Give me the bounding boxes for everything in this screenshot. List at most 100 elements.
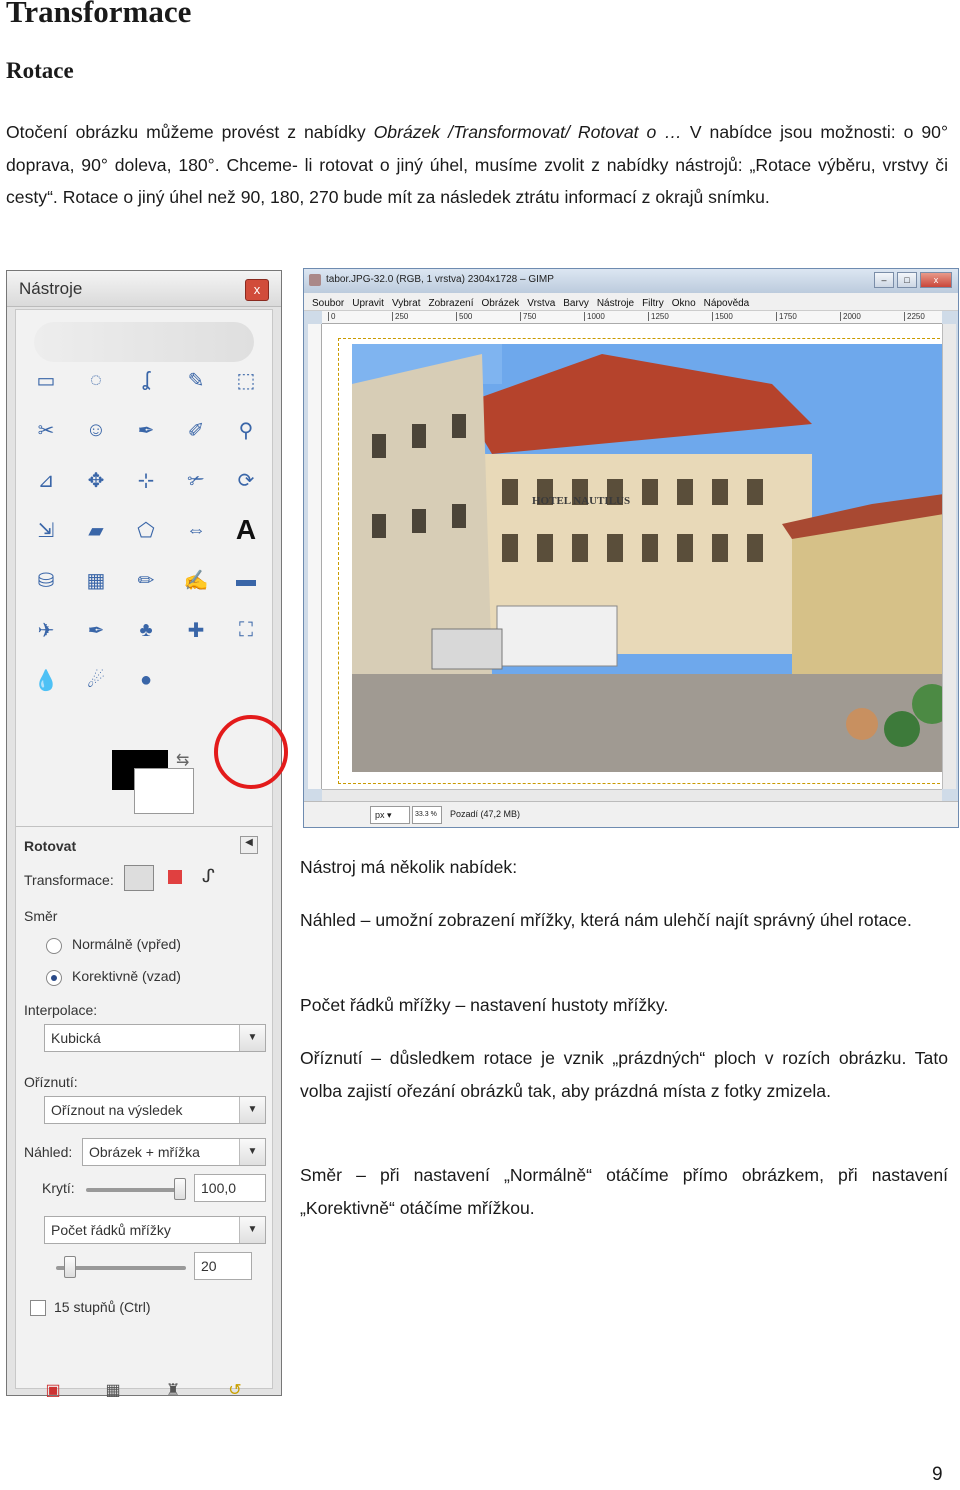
radio-corrective-label: Korektivně (vzad) xyxy=(72,968,181,984)
chevron-down-icon: ▼ xyxy=(239,1217,265,1243)
restore-options-icon[interactable]: ▦ xyxy=(102,1380,124,1400)
constrain-label: 15 stupňů (Ctrl) xyxy=(54,1299,151,1315)
preview-select[interactable]: Obrázek + mřížka ▼ xyxy=(82,1138,266,1166)
radio-normal-label: Normálně (vpřed) xyxy=(72,936,181,952)
page-title: Transformace xyxy=(6,0,192,29)
image-canvas[interactable]: HOTEL NAUTILUS xyxy=(322,324,950,789)
clip-label: Oříznutí: xyxy=(24,1074,78,1090)
toolbox-title: Nástroje xyxy=(19,279,83,298)
background-color[interactable] xyxy=(134,768,194,814)
color-picker-tool-icon[interactable]: ✐ xyxy=(178,412,214,448)
close-icon[interactable]: x xyxy=(920,272,952,288)
vertical-ruler xyxy=(308,324,322,789)
chevron-down-icon: ▼ xyxy=(239,1025,265,1051)
tool-intro: Nástroj má několik nabídek: xyxy=(300,857,518,877)
save-options-icon[interactable]: ▣ xyxy=(42,1380,64,1400)
transform-selection-icon[interactable] xyxy=(168,870,182,884)
direction-label: Směr xyxy=(24,908,58,924)
chevron-down-icon: ▼ xyxy=(239,1139,265,1165)
wilber-logo xyxy=(34,322,254,362)
free-select-tool-icon[interactable]: ʆ xyxy=(128,362,164,398)
grid-lines-input[interactable]: 20 xyxy=(194,1252,252,1280)
reset-options-icon[interactable]: ↺ xyxy=(224,1380,246,1400)
opacity-input[interactable]: 100,0 xyxy=(194,1174,266,1202)
clip-description: Oříznutí – důsledkem rotace je vznik „pr… xyxy=(300,1048,948,1101)
scale-tool-icon[interactable]: ⇲ xyxy=(28,512,64,548)
ruler-tick: 1750 xyxy=(776,312,797,321)
zoom-select[interactable]: 33.3 % xyxy=(412,806,442,824)
ruler-tick: 1000 xyxy=(584,312,605,321)
perspective-tool-icon[interactable]: ⬠ xyxy=(128,512,164,548)
horizontal-ruler: 0 250 500 750 1000 1250 1500 1750 2000 2250 xyxy=(322,311,942,324)
shear-tool-icon[interactable]: ▰ xyxy=(78,512,114,548)
clone-tool-icon[interactable]: ♣ xyxy=(128,612,164,648)
opacity-slider-handle[interactable] xyxy=(174,1178,186,1200)
scissors-select-tool-icon[interactable]: ✂ xyxy=(28,412,64,448)
gimp-app-icon xyxy=(309,274,321,286)
eraser-tool-icon[interactable]: ▬ xyxy=(228,562,264,598)
rotate-tool-icon[interactable]: ⟳ xyxy=(228,462,264,498)
interpolation-label: Interpolace: xyxy=(24,1002,98,1018)
ruler-tick: 1500 xyxy=(712,312,733,321)
delete-options-icon[interactable]: ♜ xyxy=(162,1380,184,1400)
opacity-slider[interactable] xyxy=(86,1188,186,1192)
gimp-statusbar: px ▾ 33.3 % Pozadí (47,2 MB) xyxy=(304,801,958,827)
options-divider xyxy=(16,826,272,827)
grid-description: Počet řádků mřížky – nastavení hustoty m… xyxy=(300,995,669,1015)
radio-corrective[interactable] xyxy=(46,970,62,986)
transform-layer-icon[interactable] xyxy=(124,865,154,891)
opacity-label: Krytí: xyxy=(42,1180,75,1196)
blur-tool-icon[interactable]: 💧 xyxy=(28,662,64,698)
maximize-icon[interactable]: □ xyxy=(897,272,917,288)
airbrush-tool-icon[interactable]: ✈ xyxy=(28,612,64,648)
layer-info: Pozadí (47,2 MB) xyxy=(450,809,521,819)
ruler-tick: 500 xyxy=(456,312,472,321)
paths-tool-icon[interactable]: ✒ xyxy=(128,412,164,448)
pencil-tool-icon[interactable]: ✏ xyxy=(128,562,164,598)
unit-select[interactable]: px ▾ xyxy=(370,806,410,824)
toolbox-window: Nástroje x ▭ ◌ ʆ ✎ ⬚ ✂ ☺ ✒ ✐ ⚲ ⊿ ✥ ⊹ ✃ ⟳ ⇲ ▰ ⬠ ⇔ A ⛁ ▦ ✏ ✍ ▬ ✈ ✒ ♣ ✚… xyxy=(6,270,288,1399)
blend-tool-icon[interactable]: ▦ xyxy=(78,562,114,598)
fuzzy-select-tool-icon[interactable]: ✎ xyxy=(178,362,214,398)
ruler-tick: 750 xyxy=(520,312,536,321)
align-tool-icon[interactable]: ⊹ xyxy=(128,462,164,498)
measure-tool-icon[interactable]: ⊿ xyxy=(28,462,64,498)
foreground-select-tool-icon[interactable]: ☺ xyxy=(78,412,114,448)
menu-path: Obrázek /Transformovat/ Rotovat o … xyxy=(373,122,682,142)
town-square-photo: HOTEL NAUTILUS xyxy=(352,344,944,772)
bucket-fill-tool-icon[interactable]: ⛁ xyxy=(28,562,64,598)
ruler-tick: 250 xyxy=(392,312,408,321)
perspective-clone-tool-icon[interactable]: ⛶ xyxy=(228,612,264,648)
ellipse-select-tool-icon[interactable]: ◌ xyxy=(78,362,114,398)
close-icon[interactable]: x xyxy=(245,279,269,301)
minimize-icon[interactable]: – xyxy=(874,272,894,288)
crop-tool-icon[interactable]: ✃ xyxy=(178,462,214,498)
ink-tool-icon[interactable]: ✒ xyxy=(78,612,114,648)
grid-lines-slider-handle[interactable] xyxy=(64,1256,76,1278)
heal-tool-icon[interactable]: ✚ xyxy=(178,612,214,648)
transform-path-icon[interactable]: ᔑ xyxy=(202,866,215,887)
gimp-image-window: tabor.JPG-32.0 (RGB, 1 vrstva) 2304x1728… xyxy=(303,268,959,828)
rect-select-tool-icon[interactable]: ▭ xyxy=(28,362,64,398)
flip-tool-icon[interactable]: ⇔ xyxy=(178,512,214,548)
options-menu-icon[interactable]: ◀ xyxy=(240,836,258,854)
hotel-sign: HOTEL NAUTILUS xyxy=(532,495,630,507)
preview-label: Náhled: xyxy=(24,1144,73,1160)
grid-mode-select[interactable]: Počet řádků mřížky ▼ xyxy=(44,1216,266,1244)
vertical-scrollbar[interactable] xyxy=(942,324,956,789)
horizontal-scrollbar[interactable] xyxy=(322,789,942,801)
move-tool-icon[interactable]: ✥ xyxy=(78,462,114,498)
swap-colors-icon[interactable]: ⇆ xyxy=(176,750,189,770)
zoom-tool-icon[interactable]: ⚲ xyxy=(228,412,264,448)
dodge-burn-tool-icon[interactable]: ● xyxy=(128,662,164,698)
paintbrush-tool-icon[interactable]: ✍ xyxy=(178,562,214,598)
text-tool-icon[interactable]: A xyxy=(228,512,264,548)
constrain-checkbox[interactable] xyxy=(30,1300,46,1316)
interpolation-select[interactable]: Kubická ▼ xyxy=(44,1024,266,1052)
rotate-tool-highlight xyxy=(214,715,288,789)
radio-normal[interactable] xyxy=(46,938,62,954)
clip-select[interactable]: Oříznout na výsledek ▼ xyxy=(44,1096,266,1124)
color-select-tool-icon[interactable]: ⬚ xyxy=(228,362,264,398)
smudge-tool-icon[interactable]: ☄ xyxy=(78,662,114,698)
ruler-tick: 0 xyxy=(328,312,335,321)
